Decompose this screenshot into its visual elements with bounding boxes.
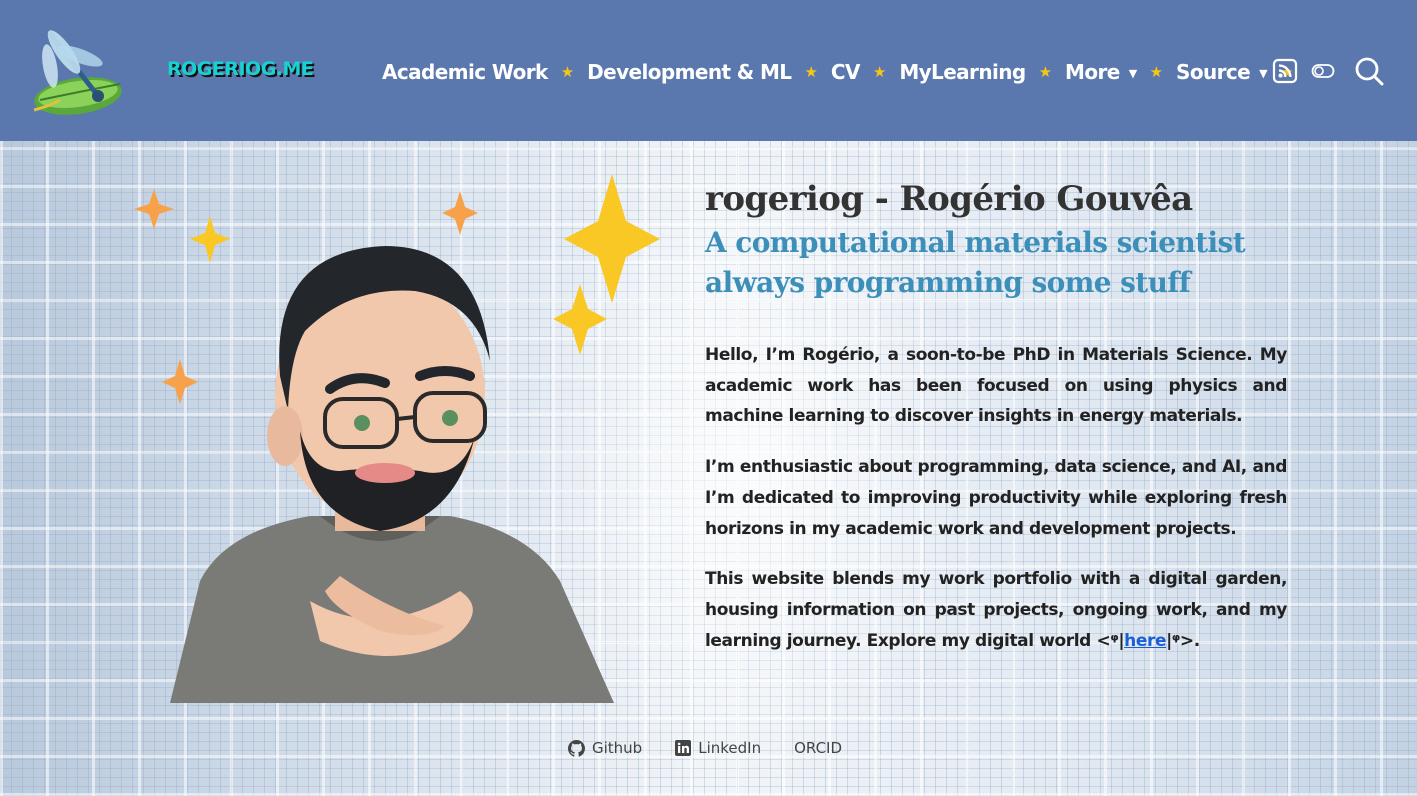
rss-icon[interactable] [1272,58,1298,84]
link-right-glyph: ᵠ [1171,630,1180,651]
star-icon: ★ [804,63,818,81]
dragonfly-logo-icon[interactable] [20,26,124,118]
page-subtitle: A computational materials scientist alwa… [705,223,1287,303]
chevron-down-icon: ▼ [1259,67,1267,80]
linkedin-icon [675,740,692,756]
nav-source-label: Source [1176,60,1251,84]
nav-cv-label: CV [830,60,861,84]
hero-section: rogeriog - Rogério Gouvêa A computationa… [0,141,1417,796]
star-icon: ★ [1149,63,1164,81]
nav-academic-work[interactable]: Academic Work [382,60,548,84]
intro-paragraph-2: I’m enthusiastic about programming, data… [705,457,1287,539]
social-links: Github LinkedIn ORCID [568,739,875,757]
github-link[interactable]: Github [568,739,642,757]
intro-paragraph-3: This website blends my work portfolio wi… [705,564,1287,656]
nav-more-dropdown[interactable]: More ▼ [1065,60,1137,84]
nav-source-dropdown[interactable]: Source ▼ [1176,60,1268,84]
nav-academic-work-label: Academic Work [382,60,548,84]
here-link[interactable]: here [1124,631,1166,651]
nav-more-label: More [1065,60,1120,84]
orcid-link[interactable]: ORCID [794,739,842,757]
star-icon: ★ [872,63,887,81]
subtitle-line-1: A computational materials scientist [705,226,1246,259]
avatar-illustration [134,174,660,703]
intro-paragraph-1: Hello, I’m Rogério, a soon-to-be PhD in … [705,345,1287,427]
page-title: rogeriog - Rogério Gouvêa [705,179,1193,219]
nav-mylearning[interactable]: MyLearning [899,60,1026,84]
subtitle-line-2: always programming some stuff [705,266,1191,299]
paragraph-3-suffix: >. [1179,630,1200,651]
orcid-label: ORCID [794,739,843,757]
intro-content: rogeriog - Rogério Gouvêa A computationa… [705,179,1287,656]
nav-mylearning-label: MyLearning [899,60,1026,84]
navbar: ROGERIOG.ME Academic Work ★ Development … [0,0,1417,141]
chevron-down-icon: ▼ [1128,67,1137,80]
nav-icons [1272,56,1384,86]
search-icon[interactable] [1354,56,1384,86]
nav-development-ml[interactable]: Development & ML [587,60,792,84]
nav-development-ml-label: Development & ML [587,60,792,84]
site-brand[interactable]: ROGERIOG.ME [167,58,314,80]
star-icon: ★ [1038,63,1053,81]
nav-cv[interactable]: CV [830,60,861,84]
github-label: Github [592,739,643,757]
github-icon [568,739,585,757]
theme-toggle-icon[interactable] [1311,63,1335,79]
linkedin-link[interactable]: LinkedIn [675,739,761,757]
linkedin-label: LinkedIn [698,739,762,757]
star-icon: ★ [560,63,575,81]
main-nav: Academic Work ★ Development & ML ★ CV ★ … [382,54,1306,90]
